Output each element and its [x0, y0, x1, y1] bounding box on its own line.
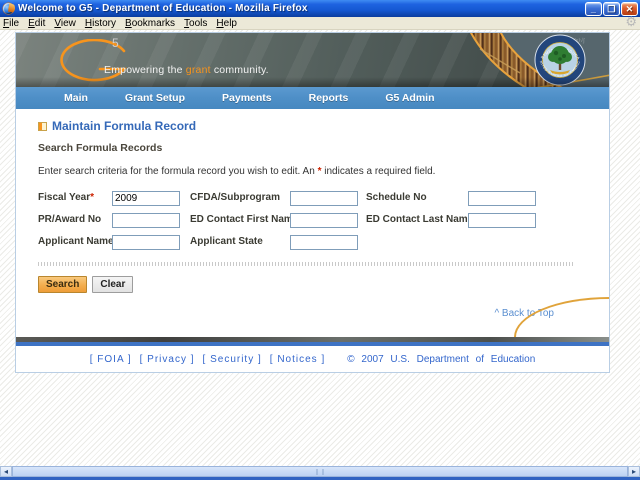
pr-award-no-label: PR/Award No — [38, 213, 102, 225]
nav-g5-admin[interactable]: G5 Admin — [385, 92, 434, 104]
fiscal-year-label-text: Fiscal Year — [38, 191, 91, 203]
applicant-state-input[interactable] — [290, 235, 358, 250]
ed-contact-last-name-input[interactable] — [468, 213, 536, 228]
nav-main[interactable]: Main — [64, 92, 88, 104]
scroll-right-arrow[interactable]: ▸ — [628, 466, 640, 477]
nav-reports[interactable]: Reports — [309, 92, 349, 104]
scroll-left-arrow[interactable]: ◂ — [0, 466, 12, 477]
search-form: Fiscal Year* CFDA/Subprogram Schedule No… — [38, 188, 609, 250]
horizontal-scrollbar[interactable]: ◂ ▸ — [0, 466, 640, 477]
footer-link-foia[interactable]: [ FOIA ] — [90, 354, 132, 365]
footer-link-privacy[interactable]: [ Privacy ] — [140, 354, 195, 365]
menu-tools[interactable]: Tools — [184, 18, 207, 29]
main-navigation: Main Grant Setup Payments Reports G5 Adm… — [16, 87, 609, 109]
ed-contact-first-name-label: ED Contact First Name — [190, 213, 299, 225]
pr-award-no-input[interactable] — [112, 213, 180, 228]
firefox-icon — [3, 3, 14, 14]
page-content: 5 Empowering the grant community. π(x)√∫ — [15, 32, 610, 373]
tagline-suffix: community. — [210, 64, 269, 76]
menu-bookmarks[interactable]: Bookmarks — [125, 18, 175, 29]
restore-button[interactable]: ❐ — [603, 1, 620, 16]
applicant-state-label: Applicant State — [190, 235, 263, 247]
section-title: Search Formula Records — [38, 142, 163, 154]
search-button[interactable]: Search — [38, 276, 88, 293]
footer-link-notices[interactable]: [ Notices ] — [270, 354, 325, 365]
dotted-separator — [38, 262, 573, 266]
page-background: 5 Empowering the grant community. π(x)√∫ — [0, 30, 640, 466]
ed-contact-first-name-input[interactable] — [290, 213, 358, 228]
fiscal-year-required-star: * — [90, 191, 94, 203]
menu-history[interactable]: History — [85, 18, 116, 29]
footer-gradient-bar — [16, 337, 609, 346]
window-title: Welcome to G5 - Department of Education … — [18, 3, 308, 14]
g5-banner: 5 Empowering the grant community. π(x)√∫ — [16, 33, 609, 87]
instruction-after: indicates a required field. — [321, 166, 436, 177]
classroom-corner-image — [514, 297, 609, 337]
applicant-name-input[interactable] — [112, 235, 180, 250]
nav-payments[interactable]: Payments — [222, 92, 272, 104]
nav-grant-setup[interactable]: Grant Setup — [125, 92, 185, 104]
applicant-name-label: Applicant Name — [38, 235, 114, 247]
schedule-no-label: Schedule No — [366, 191, 427, 203]
window-titlebar: Welcome to G5 - Department of Education … — [0, 0, 640, 17]
fiscal-year-input[interactable] — [112, 191, 180, 206]
main-content: Maintain Formula Record Search Formula R… — [16, 109, 609, 337]
cfda-label: CFDA/Subprogram — [190, 191, 280, 203]
tagline-prefix: Empowering the — [104, 64, 186, 76]
page-title: Maintain Formula Record — [52, 119, 197, 133]
menu-view[interactable]: View — [54, 18, 76, 29]
page-title-icon — [38, 121, 47, 131]
ed-contact-last-name-label: ED Contact Last Name — [366, 213, 474, 225]
tagline-accent: grant — [185, 64, 211, 76]
menu-bar: File Edit View History Bookmarks Tools H… — [0, 17, 640, 30]
banner-tagline: Empowering the grant community. — [104, 64, 269, 76]
schedule-no-input[interactable] — [468, 191, 536, 206]
menu-help[interactable]: Help — [216, 18, 237, 29]
footer-link-security[interactable]: [ Security ] — [203, 354, 262, 365]
minimize-button[interactable]: _ — [585, 1, 602, 16]
throbber-gear-icon: ⚙ — [625, 14, 637, 29]
fiscal-year-label: Fiscal Year* — [38, 192, 112, 203]
scrollbar-thumb[interactable] — [12, 466, 628, 477]
menu-file[interactable]: File — [3, 18, 19, 29]
instruction-text: Enter search criteria for the formula re… — [38, 166, 609, 177]
footer: [ FOIA ] [ Privacy ] [ Security ] [ Noti… — [16, 346, 609, 372]
menu-edit[interactable]: Edit — [28, 18, 45, 29]
clear-button[interactable]: Clear — [92, 276, 134, 293]
cfda-input[interactable] — [290, 191, 358, 206]
instruction-before: Enter search criteria for the formula re… — [38, 166, 318, 177]
banner-decoration: π(x)√∫ DEPARTMENT OF EDUCATION UNITED ST… — [432, 33, 609, 87]
g5-logo-number: 5 — [112, 36, 119, 50]
footer-copyright: © 2007 U.S. Department of Education — [347, 353, 536, 365]
